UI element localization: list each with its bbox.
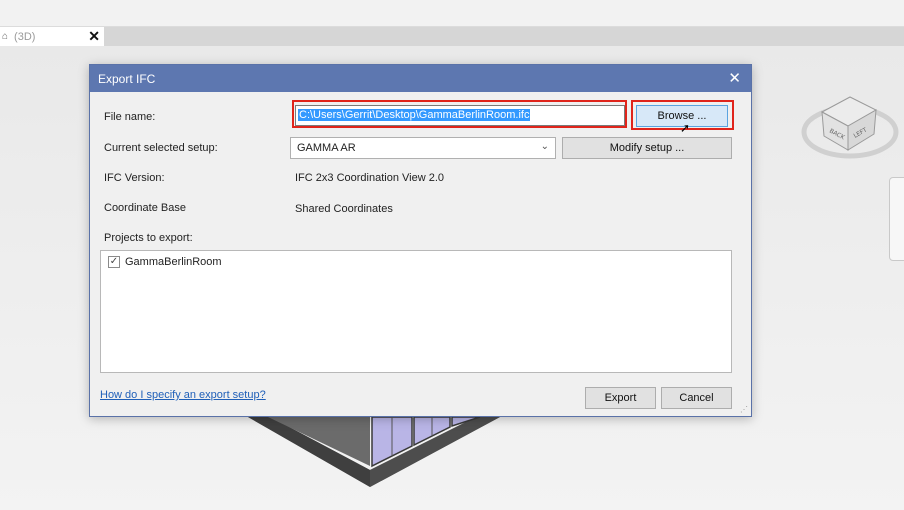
dialog-title: Export IFC xyxy=(98,71,156,86)
close-icon[interactable]: ✕ xyxy=(728,69,741,87)
setup-label: Current selected setup: xyxy=(104,142,218,154)
chevron-down-icon: ⌄ xyxy=(540,141,549,152)
modify-setup-button[interactable]: Modify setup ... xyxy=(562,137,732,159)
project-name: GammaBerlinRoom xyxy=(125,256,222,268)
coordinate-base-value: Shared Coordinates xyxy=(295,203,393,215)
project-checkbox[interactable]: ✓ xyxy=(108,256,120,268)
help-link[interactable]: How do I specify an export setup? xyxy=(100,389,266,401)
setup-select[interactable]: GAMMA AR ⌄ xyxy=(290,137,556,159)
list-item[interactable]: ✓ GammaBerlinRoom xyxy=(108,256,222,268)
highlight-box-file-name xyxy=(292,100,627,128)
cancel-button[interactable]: Cancel xyxy=(661,387,732,409)
projects-list[interactable]: ✓ GammaBerlinRoom xyxy=(100,250,732,373)
projects-label: Projects to export: xyxy=(104,232,193,244)
ifc-version-label: IFC Version: xyxy=(104,172,165,184)
export-ifc-dialog: Export IFC ✕ File name: C:\Users\Gerrit\… xyxy=(89,64,752,417)
setup-value: GAMMA AR xyxy=(297,142,356,154)
mouse-cursor-icon: ➚ xyxy=(680,121,691,135)
ifc-version-value: IFC 2x3 Coordination View 2.0 xyxy=(295,172,444,184)
export-button[interactable]: Export xyxy=(585,387,656,409)
file-name-label: File name: xyxy=(104,111,156,123)
view-cube-icon[interactable]: BACK LEFT xyxy=(800,82,900,168)
resize-grip-icon[interactable]: ⋰ xyxy=(740,405,748,414)
dialog-titlebar: Export IFC ✕ xyxy=(90,65,751,92)
navigation-bar[interactable] xyxy=(889,177,904,261)
coordinate-base-label: Coordinate Base xyxy=(104,202,186,214)
